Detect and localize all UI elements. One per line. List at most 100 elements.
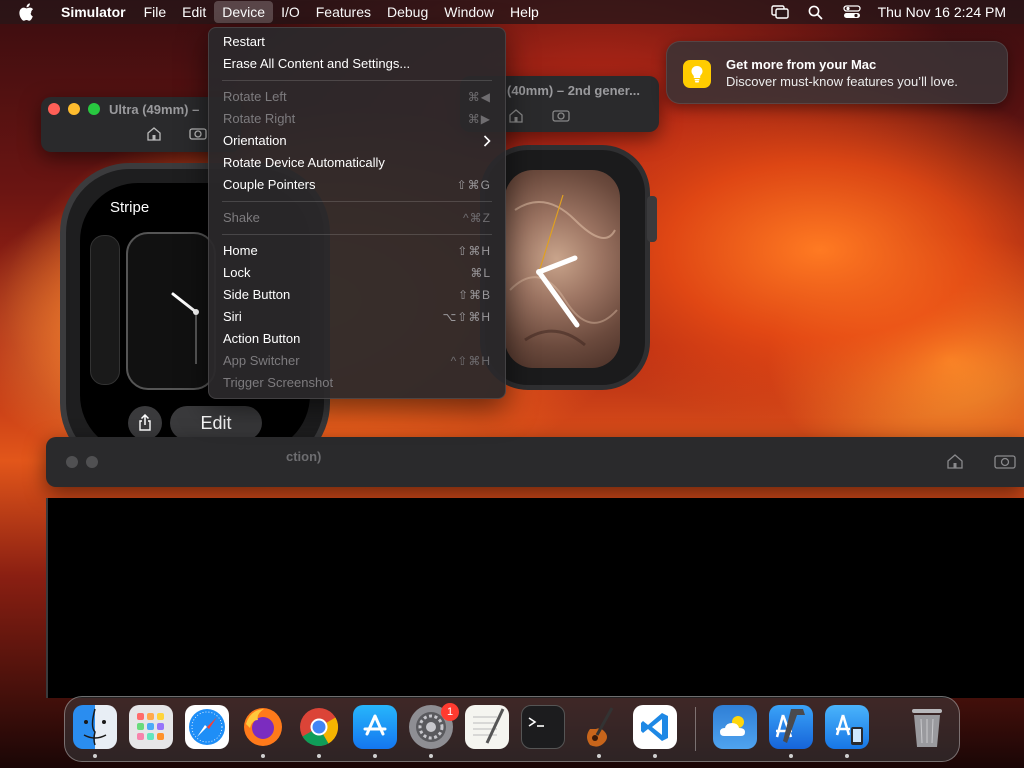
close-window-button[interactable] <box>48 103 60 115</box>
running-indicator <box>93 754 97 758</box>
menu-edit[interactable]: Edit <box>174 1 214 23</box>
menu-item-shake: Shake ^⌘Z <box>209 207 505 229</box>
running-indicator <box>845 754 849 758</box>
screenshot-icon[interactable] <box>552 108 570 124</box>
menu-item-label: Trigger Screenshot <box>223 375 334 390</box>
menu-item-restart[interactable]: Restart <box>209 31 505 53</box>
screenshot-icon[interactable] <box>189 126 207 142</box>
watch-face-title: Stripe <box>110 199 150 216</box>
dock-textedit[interactable] <box>465 705 509 749</box>
dock-launchpad[interactable] <box>129 705 173 749</box>
menu-item-erase-all-content-and-settings[interactable]: Erase All Content and Settings... <box>209 53 505 75</box>
simulator-screen[interactable] <box>46 498 1024 698</box>
menu-item-action-button[interactable]: Action Button <box>209 328 505 350</box>
home-icon[interactable] <box>146 126 164 142</box>
menu-debug[interactable]: Debug <box>379 1 436 23</box>
screen-mirroring-icon[interactable] <box>770 4 790 20</box>
adjacent-watch-face[interactable] <box>90 235 120 385</box>
close-window-button[interactable] <box>66 456 78 468</box>
menu-item-shortcut: ⇧⌘B <box>457 288 491 302</box>
chevron-right-icon <box>483 135 491 147</box>
dock-finder[interactable] <box>73 705 117 749</box>
traffic-lights <box>48 103 100 115</box>
menu-simulator[interactable]: Simulator <box>53 1 134 23</box>
menu-item-siri[interactable]: Siri ⌥⇧⌘H <box>209 306 505 328</box>
menu-item-label: Side Button <box>223 287 291 302</box>
share-icon <box>139 414 151 431</box>
menu-bar-clock[interactable]: Thu Nov 16 2:24 PM <box>878 4 1006 20</box>
menu-item-lock[interactable]: Lock ⌘L <box>209 262 505 284</box>
menu-io[interactable]: I/O <box>273 1 308 23</box>
menu-item-side-button[interactable]: Side Button ⇧⌘B <box>209 284 505 306</box>
dock-vscode[interactable] <box>633 705 677 749</box>
traffic-lights-inactive <box>66 456 98 468</box>
menu-item-label: Rotate Left <box>223 89 287 104</box>
dock-garageband[interactable] <box>577 705 621 749</box>
dock-trash[interactable] <box>905 705 949 749</box>
share-button[interactable] <box>128 406 162 440</box>
dock-safari[interactable] <box>185 705 229 749</box>
menu-help[interactable]: Help <box>502 1 547 23</box>
menu-item-label: Couple Pointers <box>223 177 316 192</box>
running-indicator <box>429 754 433 758</box>
notification-banner[interactable]: Get more from your Mac Discover must-kno… <box>666 41 1008 104</box>
menu-item-label: Orientation <box>223 133 287 148</box>
menu-features[interactable]: Features <box>308 1 379 23</box>
menu-item-label: Lock <box>223 265 251 280</box>
digital-crown[interactable] <box>647 196 657 242</box>
window-title-series: (40mm) – 2nd gener... <box>507 83 640 98</box>
menu-item-rotate-left: Rotate Left ⌘◀ <box>209 86 505 108</box>
dock-chrome[interactable] <box>297 705 341 749</box>
watch-face-stripes[interactable] <box>126 232 216 390</box>
menu-device[interactable]: Device <box>214 1 274 23</box>
search-icon[interactable] <box>806 4 826 20</box>
home-icon[interactable] <box>508 108 526 124</box>
minimize-window-button[interactable] <box>86 456 98 468</box>
menu-item-label: Restart <box>223 34 265 49</box>
dock-terminal[interactable] <box>521 705 565 749</box>
menu-file[interactable]: File <box>136 1 175 23</box>
dock-app-store[interactable] <box>353 705 397 749</box>
zoom-window-button[interactable] <box>88 103 100 115</box>
menu-item-label: App Switcher <box>223 353 300 368</box>
menu-item-trigger-screenshot: Trigger Screenshot <box>209 372 505 394</box>
menu-item-shortcut: ^⇧⌘H <box>450 354 491 368</box>
watch-face-series[interactable] <box>505 170 620 368</box>
dock-simulator[interactable] <box>825 705 869 749</box>
running-indicator <box>789 754 793 758</box>
notification-body: Discover must-know features you’ll love. <box>726 74 958 89</box>
menu-item-label: Action Button <box>223 331 301 346</box>
running-indicator <box>373 754 377 758</box>
running-indicator <box>317 754 321 758</box>
lightbulb-icon <box>683 60 711 88</box>
edit-button[interactable]: Edit <box>170 406 262 440</box>
menu-item-shortcut: ⌘L <box>470 266 491 280</box>
menu-item-couple-pointers[interactable]: Couple Pointers ⇧⌘G <box>209 174 505 196</box>
window-title-ultra: Ultra (49mm) – <box>109 102 200 117</box>
dock: 1 <box>64 696 960 762</box>
menu-separator <box>222 80 492 81</box>
apple-menu-icon[interactable] <box>16 3 36 21</box>
screenshot-icon[interactable] <box>994 453 1016 469</box>
menu-window[interactable]: Window <box>436 1 502 23</box>
minimize-window-button[interactable] <box>68 103 80 115</box>
menu-item-label: Erase All Content and Settings... <box>223 56 411 71</box>
menu-item-home[interactable]: Home ⇧⌘H <box>209 240 505 262</box>
menu-item-rotate-right: Rotate Right ⌘▶ <box>209 108 505 130</box>
menu-item-orientation[interactable]: Orientation <box>209 130 505 152</box>
home-icon[interactable] <box>946 453 964 469</box>
menu-item-app-switcher: App Switcher ^⇧⌘H <box>209 350 505 372</box>
simulator-window-third: ction) <box>46 437 1024 487</box>
running-indicator <box>261 754 265 758</box>
menu-bar: Simulator File Edit Device I/O Features … <box>0 0 1024 24</box>
notification-title: Get more from your Mac <box>726 57 877 72</box>
menu-item-label: Rotate Device Automatically <box>223 155 385 170</box>
dock-weather[interactable] <box>713 705 757 749</box>
menu-item-rotate-device-automatically[interactable]: Rotate Device Automatically <box>209 152 505 174</box>
dock-firefox[interactable] <box>241 705 285 749</box>
menu-item-shortcut: ⌥⇧⌘H <box>442 310 491 324</box>
menu-item-shortcut: ⌘▶ <box>467 112 491 126</box>
control-center-icon[interactable] <box>842 4 862 20</box>
dock-separator <box>695 707 696 751</box>
dock-xcode[interactable] <box>769 705 813 749</box>
